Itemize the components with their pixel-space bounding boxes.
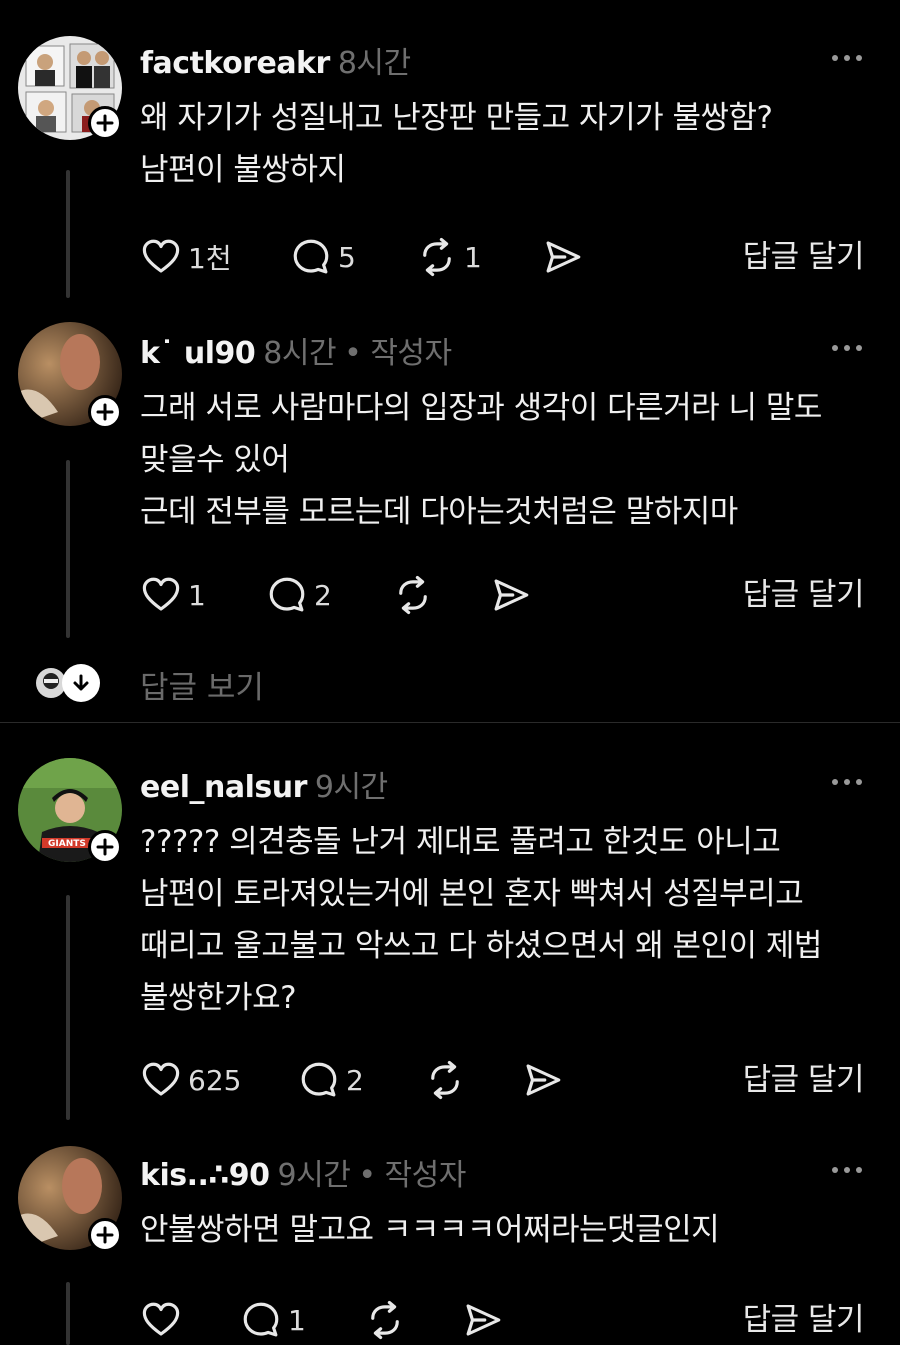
repost-icon <box>416 236 458 278</box>
comment-button[interactable]: 5 <box>290 232 356 282</box>
divider <box>0 722 900 723</box>
share-button[interactable] <box>522 1055 564 1105</box>
timestamp: 9시간 <box>277 1158 351 1193</box>
timestamp: 8시간 <box>263 336 337 371</box>
follow-plus-icon[interactable] <box>88 106 122 140</box>
heart-icon <box>140 1299 182 1341</box>
like-button[interactable]: 625 <box>140 1055 241 1105</box>
repost-icon <box>392 574 434 616</box>
svg-text:GIANTS: GIANTS <box>48 839 86 849</box>
comment-icon <box>298 1059 340 1101</box>
comment-button[interactable]: 2 <box>266 570 332 620</box>
author-tag: • 작성자 <box>358 1158 466 1193</box>
share-button[interactable] <box>462 1295 504 1345</box>
more-icon[interactable] <box>830 777 864 787</box>
share-icon <box>542 236 584 278</box>
comment-icon <box>266 574 308 616</box>
timestamp: 9시간 <box>314 770 388 805</box>
repost-button[interactable]: 1 <box>416 232 482 282</box>
repost-button[interactable] <box>364 1295 406 1345</box>
username-text[interactable]: factkoreakr <box>140 46 330 81</box>
heart-icon <box>140 1059 182 1101</box>
comment-count: 2 <box>346 1063 364 1097</box>
share-icon <box>462 1299 504 1341</box>
like-button[interactable] <box>140 1295 182 1345</box>
thread-line <box>66 895 70 1120</box>
repost-count: 1 <box>464 240 482 274</box>
post-text: ????? 의견충돌 난거 제대로 풀려고 한것도 아니고 남편이 토라져있는거… <box>140 824 822 1016</box>
more-icon[interactable] <box>830 53 864 63</box>
username[interactable]: eel_nalsur 9시간 <box>140 762 388 806</box>
username[interactable]: k˙ ul90 8시간 • 작성자 <box>140 328 452 372</box>
repost-icon <box>424 1059 466 1101</box>
action-bar: 1 2 답글 달기 <box>140 570 865 620</box>
heart-icon <box>140 574 182 616</box>
thread-line <box>66 170 70 298</box>
repost-icon <box>364 1299 406 1341</box>
username-text[interactable]: k˙ ul90 <box>140 336 256 371</box>
like-count: 1천 <box>188 242 232 275</box>
comment-icon <box>240 1299 282 1341</box>
follow-plus-icon[interactable] <box>88 1218 122 1252</box>
action-bar: 1 답글 달기 <box>140 1295 865 1345</box>
heart-icon <box>140 236 182 278</box>
share-icon <box>490 574 532 616</box>
post-text: 그래 서로 사람마다의 입장과 생각이 다른거라 니 말도 맞을수 있어 근데 … <box>140 390 822 530</box>
comment-button[interactable]: 1 <box>240 1295 306 1345</box>
comment-count: 2 <box>314 578 332 612</box>
repost-button[interactable] <box>424 1055 466 1105</box>
post-text: 안불쌍하면 말고요 ㅋㅋㅋㅋ어쩌라는댓글인지 <box>140 1212 720 1248</box>
thread-line <box>66 460 70 638</box>
repost-button[interactable] <box>392 570 434 620</box>
like-count: 1 <box>188 578 206 612</box>
share-icon <box>522 1059 564 1101</box>
like-button[interactable]: 1천 <box>140 232 232 282</box>
username-text[interactable]: kis..∴90 <box>140 1158 270 1193</box>
username[interactable]: factkoreakr 8시간 <box>140 38 411 82</box>
author-tag: • 작성자 <box>344 336 452 371</box>
comment-icon <box>290 236 332 278</box>
reply-button[interactable]: 답글 달기 <box>743 570 865 620</box>
more-icon[interactable] <box>830 1165 864 1175</box>
username-text[interactable]: eel_nalsur <box>140 770 307 805</box>
thread-line <box>66 1282 70 1345</box>
reply-button[interactable]: 답글 달기 <box>743 1295 865 1345</box>
username[interactable]: kis..∴90 9시간 • 작성자 <box>140 1150 466 1194</box>
action-bar: 625 2 답글 달기 <box>140 1055 865 1105</box>
comment-button[interactable]: 2 <box>298 1055 364 1105</box>
follow-plus-icon[interactable] <box>88 395 122 429</box>
follow-plus-icon[interactable] <box>88 830 122 864</box>
share-button[interactable] <box>490 570 532 620</box>
comment-count: 1 <box>288 1303 306 1337</box>
timestamp: 8시간 <box>337 46 411 81</box>
like-count: 625 <box>188 1063 242 1097</box>
like-button[interactable]: 1 <box>140 570 206 620</box>
more-icon[interactable] <box>830 343 864 353</box>
post-text: 왜 자기가 성질내고 난장판 만들고 자기가 불쌍함? 남편이 불쌍하지 <box>140 100 773 188</box>
arrow-down-icon[interactable] <box>62 664 100 702</box>
comment-count: 5 <box>338 240 356 274</box>
share-button[interactable] <box>542 232 584 282</box>
reply-button[interactable]: 답글 달기 <box>743 232 865 282</box>
view-replies-link[interactable]: 답글 보기 <box>140 662 264 707</box>
reply-button[interactable]: 답글 달기 <box>743 1055 865 1105</box>
action-bar: 1천 5 1 답글 달기 <box>140 232 865 282</box>
